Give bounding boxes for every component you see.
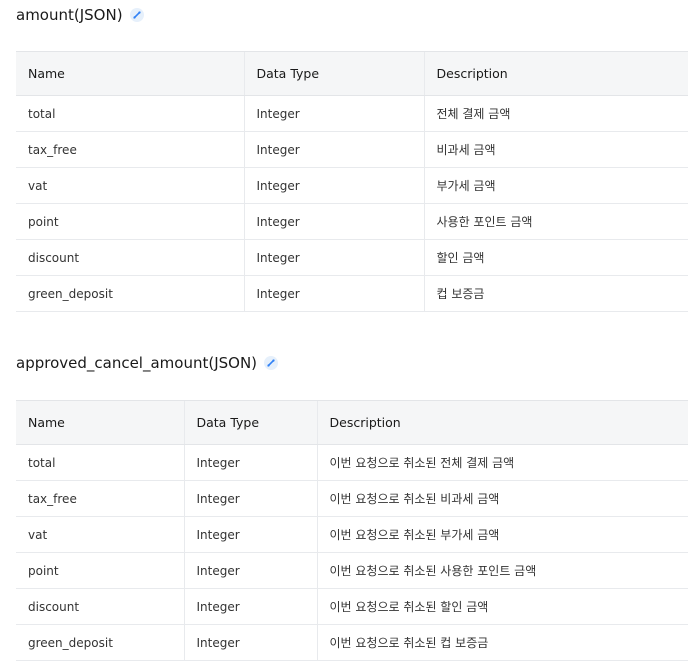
approved-cancel-amount-table: Name Data Type Description total Integer… (16, 400, 688, 661)
cell-name: green_deposit (16, 624, 184, 661)
link-icon[interactable] (264, 356, 279, 370)
table-header-row: Name Data Type Description (16, 51, 688, 96)
table-header-row: Name Data Type Description (16, 400, 688, 445)
cell-data-type: Integer (243, 167, 424, 204)
cell-description: 사용한 포인트 금액 (423, 203, 688, 240)
cell-description: 할인 금액 (423, 239, 688, 276)
cell-description: 이번 요청으로 취소된 할인 금액 (316, 588, 688, 625)
column-header-description: Description (316, 400, 688, 445)
table-row: point Integer 이번 요청으로 취소된 사용한 포인트 금액 (16, 552, 688, 589)
table-row: point Integer 사용한 포인트 금액 (16, 203, 688, 240)
cell-data-type: Integer (243, 95, 424, 132)
cell-description: 이번 요청으로 취소된 컵 보증금 (316, 624, 688, 661)
cell-data-type: Integer (243, 203, 424, 240)
cell-data-type: Integer (183, 624, 317, 661)
cell-name: point (16, 203, 244, 240)
cell-data-type: Integer (183, 516, 317, 553)
cell-description: 비과세 금액 (423, 131, 688, 168)
section-title-text: approved_cancel_amount(JSON) (16, 354, 258, 372)
cell-name: discount (16, 588, 184, 625)
table-row: discount Integer 할인 금액 (16, 239, 688, 276)
cell-name: green_deposit (16, 275, 244, 312)
cell-description: 부가세 금액 (423, 167, 688, 204)
table-row: tax_free Integer 이번 요청으로 취소된 비과세 금액 (16, 480, 688, 517)
column-header-name: Name (16, 400, 184, 445)
cell-description: 컵 보증금 (423, 275, 688, 312)
cell-name: vat (16, 516, 184, 553)
cell-description: 이번 요청으로 취소된 전체 결제 금액 (316, 444, 688, 481)
cell-data-type: Integer (183, 552, 317, 589)
section-title-text: amount(JSON) (16, 6, 123, 24)
column-header-description: Description (423, 51, 688, 96)
table-row: vat Integer 부가세 금액 (16, 167, 688, 204)
cell-data-type: Integer (183, 588, 317, 625)
cell-description: 이번 요청으로 취소된 부가세 금액 (316, 516, 688, 553)
cell-description: 전체 결제 금액 (423, 95, 688, 132)
column-header-name: Name (16, 51, 244, 96)
section-title-amount: amount(JSON) (16, 6, 144, 24)
table-row: discount Integer 이번 요청으로 취소된 할인 금액 (16, 588, 688, 625)
table-row: tax_free Integer 비과세 금액 (16, 131, 688, 168)
cell-name: discount (16, 239, 244, 276)
amount-table: Name Data Type Description total Integer… (16, 51, 688, 312)
cell-name: vat (16, 167, 244, 204)
cell-name: total (16, 444, 184, 481)
cell-data-type: Integer (243, 275, 424, 312)
cell-data-type: Integer (243, 239, 424, 276)
section-title-approved-cancel-amount: approved_cancel_amount(JSON) (16, 354, 279, 372)
cell-data-type: Integer (183, 444, 317, 481)
table-row: green_deposit Integer 컵 보증금 (16, 275, 688, 312)
cell-name: point (16, 552, 184, 589)
table-row: total Integer 전체 결제 금액 (16, 95, 688, 132)
table-row: green_deposit Integer 이번 요청으로 취소된 컵 보증금 (16, 624, 688, 661)
column-header-data-type: Data Type (243, 51, 424, 96)
cell-name: tax_free (16, 480, 184, 517)
table-row: vat Integer 이번 요청으로 취소된 부가세 금액 (16, 516, 688, 553)
cell-description: 이번 요청으로 취소된 비과세 금액 (316, 480, 688, 517)
cell-name: total (16, 95, 244, 132)
cell-name: tax_free (16, 131, 244, 168)
link-icon[interactable] (129, 8, 144, 22)
cell-data-type: Integer (183, 480, 317, 517)
cell-description: 이번 요청으로 취소된 사용한 포인트 금액 (316, 552, 688, 589)
column-header-data-type: Data Type (183, 400, 317, 445)
table-row: total Integer 이번 요청으로 취소된 전체 결제 금액 (16, 444, 688, 481)
cell-data-type: Integer (243, 131, 424, 168)
